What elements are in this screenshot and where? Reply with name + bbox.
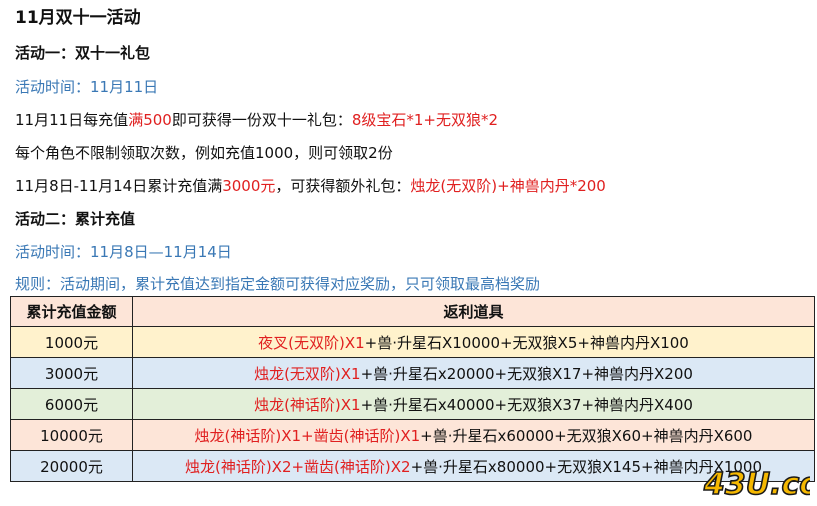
row-amount: 1000元 bbox=[10, 326, 133, 358]
row-reward: 烛龙(无双阶)X1+兽·升星石x20000+无双狼X17+神兽内丹X200 bbox=[132, 357, 815, 389]
reward-highlight: 烛龙(神话阶)X1 bbox=[254, 395, 361, 414]
reward-rest: +兽·升星石x60000+无双狼X60+神兽内丹X600 bbox=[420, 426, 753, 445]
activity1-desc2: 每个角色不限制领取次数，例如充值1000，则可领取2份 bbox=[15, 144, 393, 162]
table-row: 1000元 夜叉(无双阶)X1+兽·升星石X10000+无双狼X5+神兽内丹X1… bbox=[10, 326, 815, 358]
desc1-reward: 8级宝石*1+无双狼*2 bbox=[351, 111, 499, 129]
row-amount: 20000元 bbox=[10, 450, 133, 482]
activity1-desc3: 11月8日-11月14日累计充值满3000元，可获得额外礼包：烛龙(无双阶)+神… bbox=[15, 176, 606, 196]
table-row: 20000元 烛龙(神话阶)X2+凿齿(神话阶)X2+兽·升星石x80000+无… bbox=[10, 450, 815, 482]
table-row: 6000元 烛龙(神话阶)X1+兽·升星石x40000+无双狼X37+神兽内丹X… bbox=[10, 388, 815, 420]
activity2-time: 活动时间：11月8日—11月14日 bbox=[15, 243, 232, 261]
reward-highlight: 烛龙(无双阶)X1 bbox=[254, 364, 361, 383]
desc1-mid: 即可获得一份双十一礼包： bbox=[171, 111, 352, 129]
page-title: 11月双十一活动 bbox=[15, 8, 141, 28]
desc3-pre: 11月8日-11月14日累计充值满 bbox=[15, 177, 223, 195]
activity2-rules: 规则：活动期间，累计充值达到指定金额可获得对应奖励，只可领取最高档奖励 bbox=[15, 275, 541, 293]
row-reward: 烛龙(神话阶)X1+凿齿(神话阶)X1+兽·升星石x60000+无双狼X60+神… bbox=[132, 419, 815, 451]
reward-rest: +兽·升星石X10000+无双狼X5+神兽内丹X100 bbox=[364, 333, 689, 352]
row-amount: 3000元 bbox=[10, 357, 133, 389]
activity1-heading: 活动一：双十一礼包 bbox=[15, 44, 151, 62]
header-amount: 累计充值金额 bbox=[10, 296, 133, 327]
desc1-pre: 11月11日每充值 bbox=[15, 111, 129, 129]
activity1-desc1: 11月11日每充值满500即可获得一份双十一礼包：8级宝石*1+无双狼*2 bbox=[15, 110, 498, 130]
row-amount: 10000元 bbox=[10, 419, 133, 451]
row-reward: 烛龙(神话阶)X1+兽·升星石x40000+无双狼X37+神兽内丹X400 bbox=[132, 388, 815, 420]
header-reward: 返利道具 bbox=[132, 296, 815, 327]
reward-highlight: 夜叉(无双阶)X1 bbox=[258, 333, 365, 352]
rebate-table: 累计充值金额 返利道具 1000元 夜叉(无双阶)X1+兽·升星石X10000+… bbox=[10, 296, 815, 482]
desc3-mid: ，可获得额外礼包： bbox=[275, 177, 411, 195]
activity2-heading: 活动二：累计充值 bbox=[15, 210, 136, 228]
row-amount: 6000元 bbox=[10, 388, 133, 420]
row-reward: 夜叉(无双阶)X1+兽·升星石X10000+无双狼X5+神兽内丹X100 bbox=[132, 326, 815, 358]
reward-rest: +兽·升星石x40000+无双狼X37+神兽内丹X400 bbox=[360, 395, 693, 414]
desc1-amount: 满500 bbox=[128, 111, 172, 129]
desc3-amount: 3000元 bbox=[222, 177, 276, 195]
table-header-row: 累计充值金额 返利道具 bbox=[10, 296, 815, 327]
desc3-reward: 烛龙(无双阶)+神兽内丹*200 bbox=[410, 177, 606, 195]
reward-highlight: 烛龙(神话阶)X2+凿齿(神话阶)X2 bbox=[184, 457, 411, 476]
reward-rest: +兽·升星石x20000+无双狼X17+神兽内丹X200 bbox=[360, 364, 693, 383]
reward-highlight: 烛龙(神话阶)X1+凿齿(神话阶)X1 bbox=[194, 426, 421, 445]
watermark-logo: 43U.com bbox=[702, 466, 810, 502]
activity1-time: 活动时间：11月11日 bbox=[15, 78, 159, 96]
watermark-text: 43U.com bbox=[703, 467, 810, 502]
table-row: 10000元 烛龙(神话阶)X1+凿齿(神话阶)X1+兽·升星石x60000+无… bbox=[10, 419, 815, 451]
table-row: 3000元 烛龙(无双阶)X1+兽·升星石x20000+无双狼X17+神兽内丹X… bbox=[10, 357, 815, 389]
